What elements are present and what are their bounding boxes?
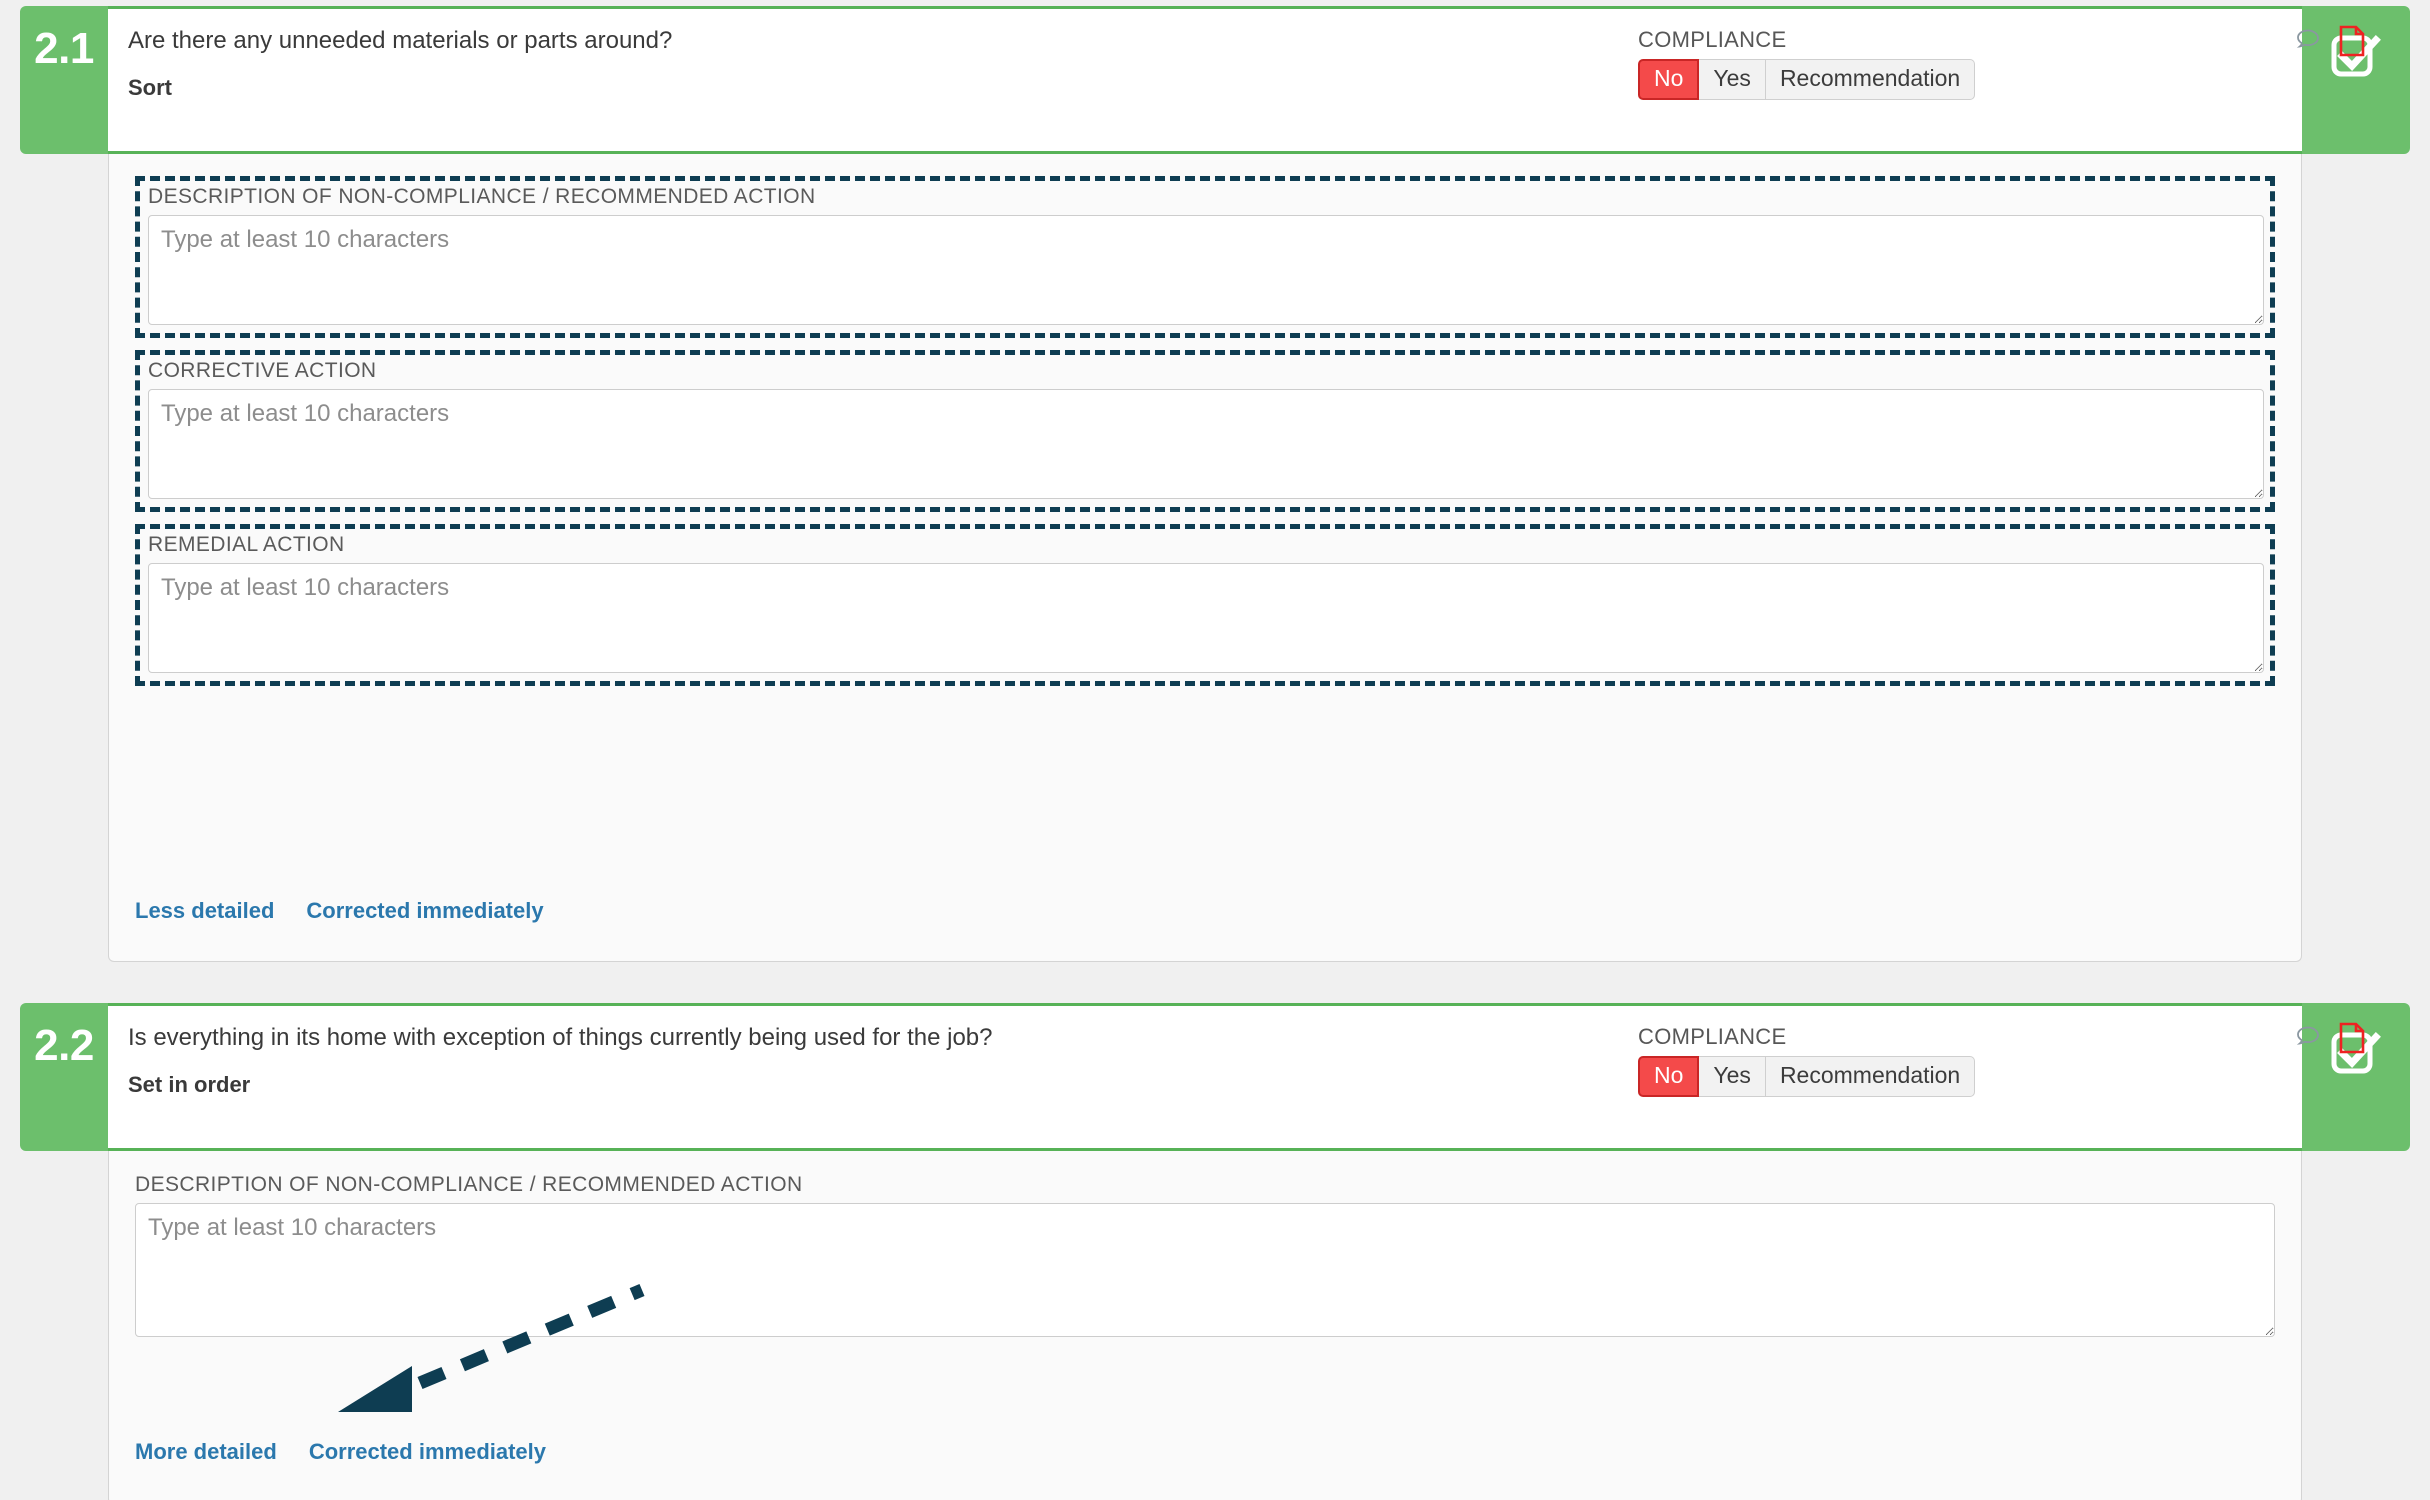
compliance-option-no-2-1[interactable]: No: [1638, 59, 1700, 100]
question-block-2-2: 2.2 Is everything in its home with excep…: [20, 1003, 2410, 1500]
compliance-button-group-2-1: No Yes Recommendation: [1638, 59, 1976, 100]
question-text-2-1: Are there any unneeded materials or part…: [128, 27, 673, 54]
compliance-option-no-2-2[interactable]: No: [1638, 1056, 1700, 1097]
question-number-2-1: 2.1: [20, 6, 108, 154]
field-label-remedial-action-2-1: REMEDIAL ACTION: [148, 533, 345, 556]
question-text-2-2: Is everything in its home with exception…: [128, 1024, 993, 1051]
compliance-label-2-1: COMPLIANCE: [1638, 27, 1787, 52]
field-description-2-1: DESCRIPTION OF NON-COMPLIANCE / RECOMMEN…: [135, 176, 2275, 338]
compliance-option-yes-2-2[interactable]: Yes: [1699, 1056, 1766, 1097]
compliance-label-2-2: COMPLIANCE: [1638, 1024, 1787, 1049]
field-label-description-2-2: DESCRIPTION OF NON-COMPLIANCE / RECOMMEN…: [135, 1173, 803, 1196]
less-detailed-link[interactable]: Less detailed: [135, 898, 274, 924]
corrected-immediately-link-2-1[interactable]: Corrected immediately: [306, 898, 543, 924]
comment-bubble-icon[interactable]: [2293, 1022, 2323, 1052]
question-header-2-1: 2.1 Are there any unneeded materials or …: [20, 6, 2410, 154]
question-block-2-1: 2.1 Are there any unneeded materials or …: [20, 6, 2410, 962]
compliance-button-group-2-2: No Yes Recommendation: [1638, 1056, 1976, 1097]
remedial-action-textarea-2-1[interactable]: [148, 563, 2264, 673]
question-header-2-2: 2.2 Is everything in its home with excep…: [20, 1003, 2410, 1151]
field-label-description-2-1: DESCRIPTION OF NON-COMPLIANCE / RECOMMEN…: [148, 185, 816, 208]
detail-links-2-2: More detailed Corrected immediately: [135, 1439, 546, 1465]
question-subtitle-2-1: Sort: [128, 75, 172, 101]
description-textarea-2-2[interactable]: [135, 1203, 2275, 1337]
compliance-option-yes-2-1[interactable]: Yes: [1699, 59, 1766, 100]
field-corrective-action-2-1: CORRECTIVE ACTION: [135, 350, 2275, 512]
inspection-checklist-page: 2.1 Are there any unneeded materials or …: [0, 0, 2430, 1500]
question-subtitle-2-2: Set in order: [128, 1072, 251, 1098]
compliance-option-recommendation-2-2[interactable]: Recommendation: [1765, 1056, 1976, 1097]
more-detailed-link[interactable]: More detailed: [135, 1439, 277, 1465]
description-textarea-2-1[interactable]: [148, 215, 2264, 325]
question-detail-panel-2-2: DESCRIPTION OF NON-COMPLIANCE / RECOMMEN…: [108, 1151, 2302, 1500]
detail-links-2-1: Less detailed Corrected immediately: [135, 898, 544, 924]
corrected-immediately-link-2-2[interactable]: Corrected immediately: [309, 1439, 546, 1465]
question-icons-2-2: [2293, 1022, 2365, 1054]
comment-bubble-icon[interactable]: [2293, 25, 2323, 55]
field-description-2-2: DESCRIPTION OF NON-COMPLIANCE / RECOMMEN…: [135, 1173, 2275, 1337]
field-label-corrective-action-2-1: CORRECTIVE ACTION: [148, 359, 377, 382]
question-body-2-2: Is everything in its home with exception…: [108, 1003, 2365, 1151]
compliance-control-2-2: COMPLIANCE No Yes Recommendation: [1638, 1024, 1976, 1097]
question-icons-2-1: [2293, 25, 2365, 57]
field-remedial-action-2-1: REMEDIAL ACTION: [135, 524, 2275, 686]
question-number-2-2: 2.2: [20, 1003, 108, 1151]
compliance-control-2-1: COMPLIANCE No Yes Recommendation: [1638, 27, 1976, 100]
document-icon[interactable]: [2339, 25, 2365, 57]
question-detail-panel-2-1: DESCRIPTION OF NON-COMPLIANCE / RECOMMEN…: [108, 154, 2302, 962]
question-body-2-1: Are there any unneeded materials or part…: [108, 6, 2365, 154]
document-icon[interactable]: [2339, 1022, 2365, 1054]
compliance-option-recommendation-2-1[interactable]: Recommendation: [1765, 59, 1976, 100]
corrective-action-textarea-2-1[interactable]: [148, 389, 2264, 499]
